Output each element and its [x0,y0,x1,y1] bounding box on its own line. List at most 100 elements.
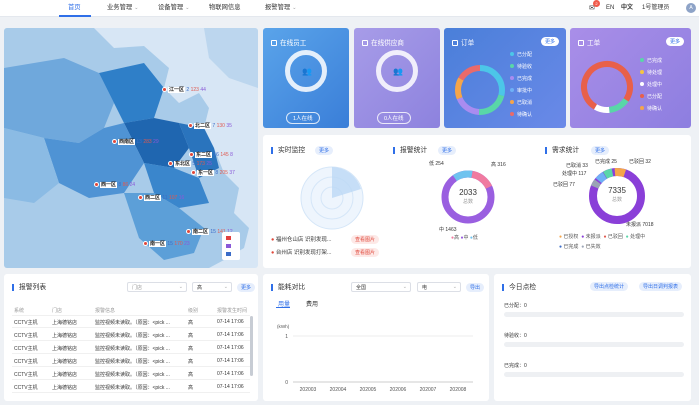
monitor-item[interactable]: ● 福州仓山店 识别发现... [271,235,331,243]
view-image-button[interactable]: 查看图片 [351,248,380,257]
staff-online-button[interactable]: 1人在线 [286,112,320,124]
table-cell: CCTV主机 [14,385,38,391]
region-label[interactable]: 东二区 16 145 8 [189,151,233,158]
x-tick-label: 202003 [300,387,317,393]
table-cell: CCTV主机 [14,333,38,339]
region-name: 东北区 [174,161,192,167]
card-title: 工单 [578,37,600,47]
table-cell: 上海德铭店 [52,359,78,365]
export-check-stats-button[interactable]: 导出点检统计 [590,282,629,291]
x-tick-label: 202005 [360,387,377,393]
region-label[interactable]: 江一区 2 123 44 [162,86,206,93]
demand-legend-row2: ● 已完成 ● 已失效 [559,244,601,250]
table-cell: 高 [188,320,194,326]
region-value: 11 [162,195,168,201]
table-cell: 07-14 17:06 [217,384,244,390]
level-select-value: 高 [197,285,203,291]
table-cell: 监控视频未读取。（原因：<pick ... [95,385,170,391]
region-value: 8 [118,182,122,188]
supplier-icon [362,40,368,46]
region-label[interactable]: 北二区 7 130 35 [188,122,232,129]
table-cell: 07-14 17:06 [217,345,244,351]
table-row[interactable]: CCTV主机 上海德铭店 监控视频未读取。（原因：<pick ... 高 07-14 1… [12,342,250,354]
y-tick-label: 0 [285,380,288,386]
nav-business-label: 业务管理 [107,4,133,11]
legend-item: 已完成 [640,57,662,64]
location-pin-icon [168,161,173,167]
nav-iot[interactable]: 物联网信息 [209,0,240,17]
store-select[interactable]: 门店 ⌄ [127,282,187,292]
view-image-button[interactable]: 查看图片 [351,235,380,244]
x-tick-label: 202006 [390,387,407,393]
table-cell: CCTV主机 [14,359,38,365]
region-value: 25 [206,161,212,167]
table-row[interactable]: CCTV主机 上海德铭店 监控视频未读取。（原因：<pick ... 高 07-14 1… [12,329,250,341]
card-tickets[interactable]: 工单 更多 已完成 待处理 处理中 已分配 待确认 [570,28,691,128]
lang-zh[interactable]: 中文 [621,0,633,17]
level-select[interactable]: 高 ⌄ [192,282,232,292]
alarm-list-more-button[interactable]: 更多 [237,283,256,292]
alarm-list-title: 报警列表 [12,284,46,291]
region-label[interactable]: 东北区 5 173 25 [168,160,212,167]
legend-item: 待处理 [640,69,662,76]
nav-device[interactable]: 设备管理 ⌄ [158,0,189,17]
monitor-more-button[interactable]: 更多 [315,146,334,155]
location-pin-icon [188,123,193,129]
region-label[interactable]: 南一区 15 170 23 [143,240,190,247]
table-row[interactable]: CCTV主机 上海德铭店 监控视频未读取。（原因：<pick ... 高 07-14 1… [12,316,250,328]
staff-icon [271,40,277,46]
legend-item: 已取消 [510,99,532,106]
table-row[interactable]: CCTV主机 上海德铭店 监控视频未读取。（原因：<pick ... 高 07-14 1… [12,355,250,367]
stats-panel: 实时监控 更多 ● 福州仓山店 识别发现... 查看图片 ● 台州店 识别发现打… [263,135,691,268]
check-row-label: 已完成：0 [504,363,527,369]
lang-en[interactable]: EN [606,0,614,17]
energy-line-chart: 1 0 202003 202004 202005 202006 202007 202008 [285,334,473,393]
location-pin-icon [138,195,143,201]
x-tick-label: 202007 [420,387,437,393]
alarm-high-label: 高 316 [491,162,506,168]
region-name: 东一区 [197,170,215,176]
orders-more-button[interactable]: 更多 [541,37,560,46]
region-value: 24 [129,182,136,188]
demand-label-processed: 处理中 117 [562,171,587,177]
region-value: 23 [184,241,190,247]
region-label[interactable]: 西二区 11 107 16 [138,194,184,201]
nav-alarm[interactable]: 报警管理 ⌄ [265,0,296,17]
notification-badge: 2 [593,0,600,7]
x-tick-label: 202004 [330,387,347,393]
table-row[interactable]: CCTV主机 上海德铭店 监控视频未读取。（原因：<pick ... 高 07-14 1… [12,381,250,393]
legend-label: 待处理 [647,70,663,76]
monitor-item[interactable]: ● 台州店 识别发现打架... [271,248,331,256]
nav-business[interactable]: 业务管理 ⌄ [107,0,138,17]
monitor-title: 实时监控 [271,147,305,154]
x-tick-label: 202008 [450,387,467,393]
user-name[interactable]: 1号管理员 [642,0,669,17]
region-label[interactable]: 西一区 8 86 24 [94,181,135,188]
card-online-staff[interactable]: 在线员工 👥 1人在线 [263,28,349,128]
avatar[interactable]: A [686,3,696,13]
demand-label-unprocessed: 未报派 7018 [626,222,654,228]
card-online-supplier[interactable]: 在线供应商 👥 0人在线 [354,28,440,128]
card-orders[interactable]: 订单 更多 已分配 待验收 已完成 审批中 已取消 待确认 [444,28,566,128]
table-row[interactable]: CCTV主机 上海德铭店 监控视频未读取。（原因：<pick ... 高 07-14 1… [12,368,250,380]
export-daily-report-button[interactable]: 导出日调判报表 [639,282,683,291]
tickets-more-button[interactable]: 更多 [666,37,685,46]
demand-more-button[interactable]: 更多 [591,146,610,155]
legend-label: 处理中 [647,82,663,88]
region-name: 江一区 [168,87,186,93]
scrollbar[interactable] [250,316,253,376]
chevron-down-icon: ⌄ [134,5,139,11]
alarm-stats-more-button[interactable]: 更多 [438,146,457,155]
legend-label: 已分配 [647,94,663,100]
region-label[interactable]: 东一区 8 205 37 [191,169,235,176]
alarm-low-label: 低 254 [429,161,444,167]
legend-label: 已授权 [563,234,579,240]
alarm-legend: ●高 ●中 ●低 [451,235,478,241]
table-cell: 高 [188,333,194,339]
progress-bar [504,342,684,347]
region-label[interactable]: 西南区 13 283 29 [112,138,159,145]
supplier-online-button[interactable]: 0人在线 [377,112,411,124]
y-tick-label: 1 [285,334,288,340]
demand-label-rejected: 已驳回 77 [553,182,575,188]
table-cell: 监控视频未读取。（原因：<pick ... [95,372,170,378]
